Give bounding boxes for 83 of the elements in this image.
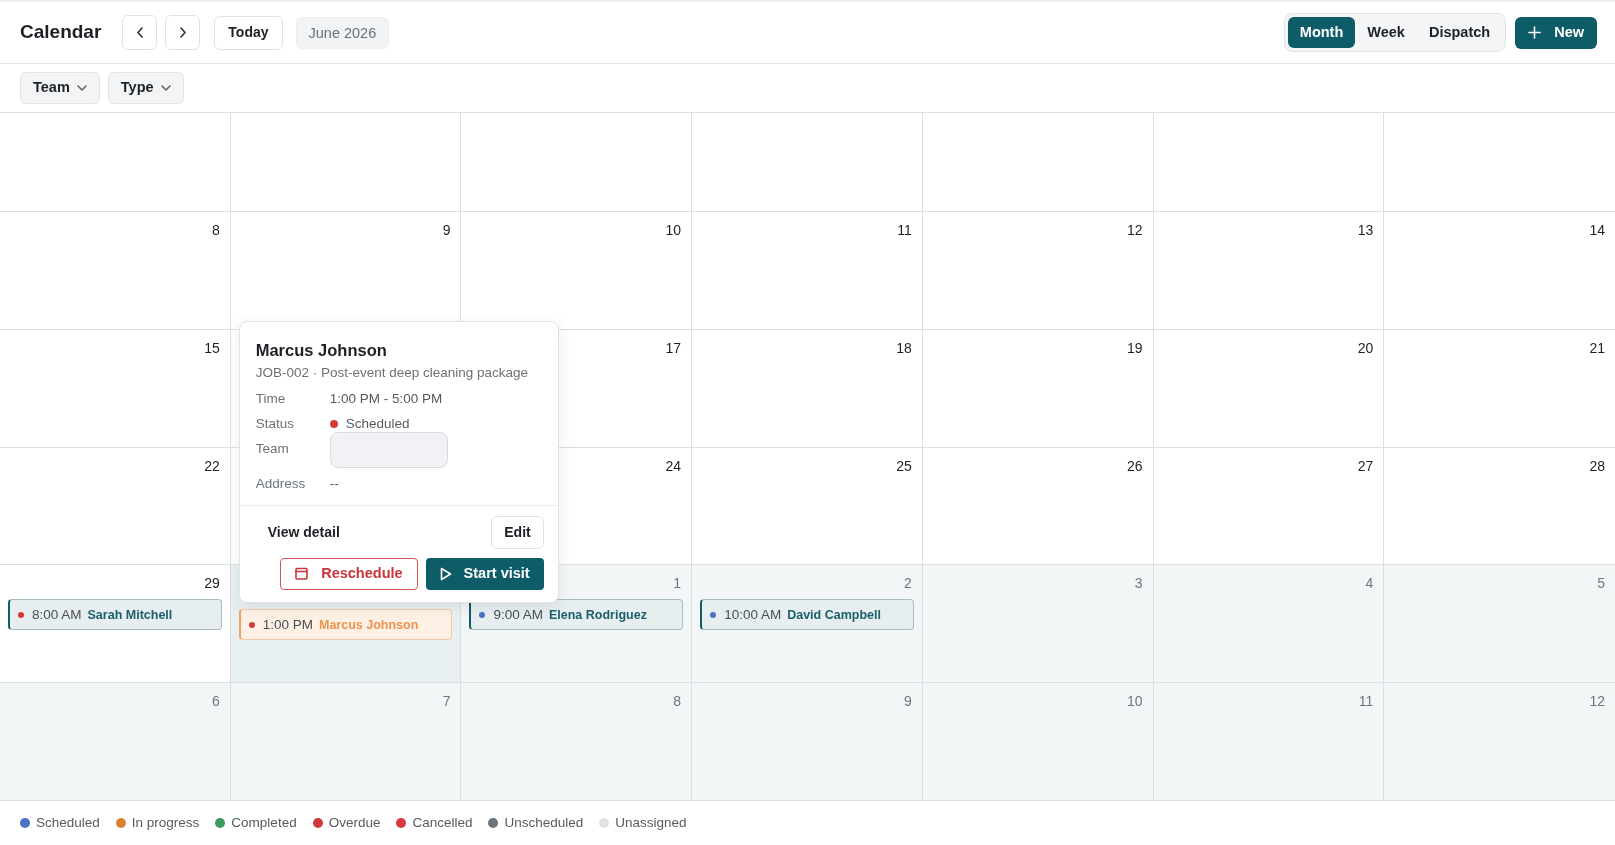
edit-button[interactable]: Edit bbox=[491, 515, 544, 549]
legend-label: Unassigned bbox=[615, 813, 687, 832]
view-detail-link[interactable]: View detail bbox=[255, 521, 352, 543]
day-number: 26 bbox=[1127, 457, 1143, 474]
field-value: 1:00 PM - 5:00 PM bbox=[329, 389, 443, 408]
field-label: Time bbox=[255, 389, 287, 408]
legend-label: Unscheduled bbox=[504, 813, 584, 832]
day-number: 21 bbox=[1589, 339, 1605, 356]
period-label: June 2026 bbox=[295, 16, 390, 49]
day-number: 24 bbox=[665, 457, 682, 474]
day-number: 19 bbox=[1127, 339, 1143, 356]
calendar-icon bbox=[295, 567, 309, 581]
day-number: 9 bbox=[904, 693, 912, 710]
play-icon bbox=[439, 566, 452, 581]
legend-label: Completed bbox=[231, 813, 297, 832]
event-title: David Campbell bbox=[787, 606, 881, 624]
day-number: 15 bbox=[204, 339, 220, 356]
event-title: Sarah Mitchell bbox=[87, 606, 173, 624]
day-number: 6 bbox=[211, 693, 220, 710]
day-number: 7 bbox=[442, 693, 451, 710]
field-value: -- bbox=[329, 474, 339, 493]
day-number: 9 bbox=[442, 222, 451, 238]
filter-dropdown[interactable]: Team bbox=[20, 72, 100, 104]
today-button[interactable]: Today bbox=[214, 15, 283, 50]
status-value: Scheduled bbox=[345, 414, 410, 433]
day-number: 5 bbox=[1597, 575, 1605, 592]
popover-title: Marcus Johnson bbox=[255, 340, 388, 362]
chevron-right-icon bbox=[179, 27, 186, 38]
field-label: Team bbox=[255, 439, 290, 458]
day-number: 2 bbox=[904, 575, 912, 592]
previous-button[interactable] bbox=[122, 15, 158, 50]
day-number: 20 bbox=[1357, 339, 1374, 356]
day-number: 12 bbox=[1127, 222, 1143, 238]
day-number: 11 bbox=[1358, 693, 1374, 710]
day-number: 1 bbox=[673, 575, 682, 592]
event-time: 10:00 AM bbox=[724, 605, 782, 624]
day-number: 18 bbox=[896, 339, 912, 356]
event-title: Elena Rodriguez bbox=[548, 606, 647, 624]
day-number: 27 bbox=[1357, 457, 1374, 474]
legend-label: Scheduled bbox=[36, 813, 100, 832]
legend-label: In progress bbox=[131, 813, 200, 832]
team-field[interactable] bbox=[329, 431, 448, 468]
day-number: 10 bbox=[1127, 693, 1143, 710]
view-tab[interactable]: Week bbox=[1355, 17, 1417, 48]
event-title: Marcus Johnson bbox=[319, 616, 419, 634]
day-number: 8 bbox=[211, 222, 220, 238]
day-number: 11 bbox=[897, 222, 912, 238]
page-title: Calendar bbox=[20, 20, 102, 45]
chevron-down-icon bbox=[76, 85, 87, 91]
day-number: 3 bbox=[1134, 575, 1143, 592]
next-button[interactable] bbox=[165, 15, 201, 50]
legend-label: Overdue bbox=[328, 813, 381, 832]
view-tab[interactable]: Dispatch bbox=[1416, 17, 1503, 48]
field-label: Address bbox=[255, 474, 307, 493]
view-tab[interactable]: Month bbox=[1287, 17, 1356, 48]
event-chip[interactable]: 8:00 AM Sarah Mitchell bbox=[8, 599, 222, 631]
event-time: 9:00 AM bbox=[493, 605, 543, 624]
day-number: 4 bbox=[1365, 575, 1374, 592]
day-number: 14 bbox=[1589, 222, 1605, 238]
event-chip[interactable]: 1:00 PM Marcus Johnson bbox=[238, 609, 453, 641]
day-number: 28 bbox=[1589, 457, 1605, 474]
event-chip[interactable]: 10:00 AM David Campbell bbox=[700, 599, 914, 631]
day-number: 10 bbox=[665, 222, 682, 238]
plus-icon bbox=[1528, 26, 1542, 39]
popover-subtitle: JOB-002 · Post-event deep cleaning package bbox=[255, 364, 530, 383]
day-number: 8 bbox=[673, 693, 682, 710]
filter-dropdown[interactable]: Type bbox=[107, 72, 184, 104]
new-button[interactable]: New bbox=[1515, 16, 1597, 49]
legend-label: Cancelled bbox=[412, 813, 473, 832]
event-time: 8:00 AM bbox=[32, 605, 82, 624]
day-number: 22 bbox=[204, 457, 220, 474]
start-visit-button[interactable]: Start visit bbox=[425, 557, 544, 590]
event-time: 1:00 PM bbox=[262, 615, 313, 634]
day-number: 25 bbox=[896, 457, 912, 474]
reschedule-button[interactable]: Reschedule bbox=[280, 557, 418, 590]
field-label: Status bbox=[255, 414, 295, 433]
chevron-down-icon bbox=[160, 85, 171, 91]
day-number: 13 bbox=[1357, 222, 1374, 238]
chevron-left-icon bbox=[136, 27, 143, 38]
event-chip[interactable]: 9:00 AM Elena Rodriguez bbox=[469, 599, 684, 631]
day-number: 29 bbox=[204, 575, 220, 592]
day-number: 17 bbox=[665, 339, 682, 356]
day-number: 12 bbox=[1589, 693, 1605, 710]
